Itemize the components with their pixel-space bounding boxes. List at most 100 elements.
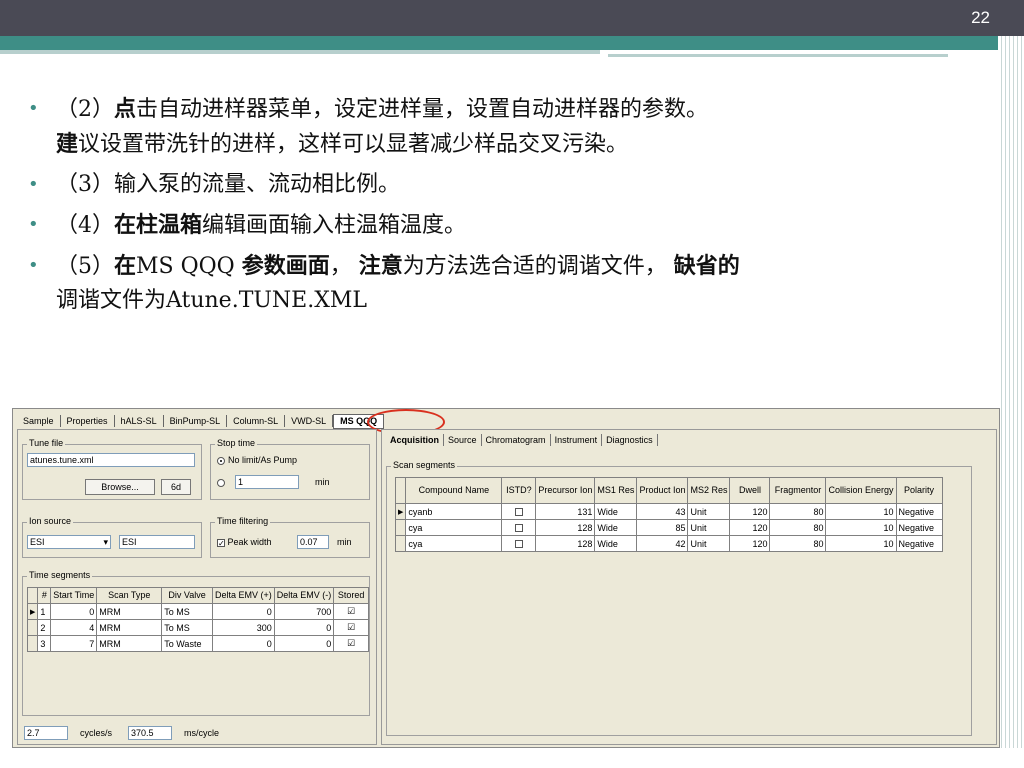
tab-sample[interactable]: Sample — [17, 415, 61, 427]
tune-file-legend: Tune file — [27, 438, 66, 448]
stop-time-legend: Stop time — [215, 438, 258, 448]
header-cell: # — [37, 587, 52, 604]
tune-file-input[interactable]: atunes.tune.xml — [27, 453, 195, 467]
ion-source-select[interactable]: ESI ▾ — [27, 535, 111, 549]
no-limit-option[interactable]: No limit/As Pump — [217, 455, 297, 465]
header-cell: Div Valve — [161, 587, 213, 604]
ms-per-cycle-field: 370.5 — [128, 726, 172, 740]
scan-segments-legend: Scan segments — [391, 460, 458, 470]
table-header-row: Compound Name ISTD? Precursor Ion MS1 Re… — [394, 477, 943, 504]
accent-bar — [0, 36, 1024, 50]
time-segments-legend: Time segments — [27, 570, 93, 580]
tab-properties[interactable]: Properties — [61, 415, 115, 427]
time-filtering-legend: Time filtering — [215, 516, 271, 526]
table-row[interactable]: ▶ 1 0 MRM To MS 0 700 ☑ — [26, 603, 369, 620]
tab-vwd[interactable]: VWD-SL — [285, 415, 334, 427]
scan-segments-group: Scan segments Compound Name ISTD? Precur… — [386, 460, 972, 736]
accent-line-2 — [608, 54, 948, 57]
time-filtering-group: Time filtering ✓ Peak width 0.07 min — [210, 516, 370, 558]
current-row-arrow-icon: ▶ — [394, 503, 407, 520]
sub-tab-strip: Acquisition Source Chromatogram Instrume… — [386, 434, 658, 446]
checkbox-checked-icon: ✓ — [217, 538, 225, 548]
method-editor-screenshot: Sample Properties hALS-SL BinPump-SL Col… — [12, 408, 1000, 748]
checkbox-icon — [514, 508, 523, 517]
header-cell — [26, 587, 39, 604]
stored-checkbox[interactable]: ☑ — [333, 619, 369, 636]
header-cell: Fragmentor — [769, 477, 827, 504]
stop-time-input[interactable]: 1 — [235, 475, 299, 489]
bullet-4: • （5）在MS QQQ 参数画面， 注意为方法选合适的调谐文件， 缺省的 调谐… — [28, 249, 978, 318]
bullet-3: • （4）在柱温箱编辑画面输入柱温箱温度。 — [28, 208, 978, 243]
radio-selected-icon — [217, 456, 225, 465]
header-cell: Scan Type — [96, 587, 163, 604]
peak-width-checkbox[interactable]: ✓ Peak width — [217, 537, 272, 547]
stop-time-group: Stop time No limit/As Pump 1 min — [210, 438, 370, 500]
header-cell: Compound Name — [405, 477, 503, 504]
bullet-2: • （3）输入泵的流量、流动相比例。 — [28, 168, 978, 202]
ion-source-field[interactable]: ESI — [119, 535, 195, 549]
stored-checkbox[interactable]: ☑ — [333, 635, 369, 652]
stop-time-unit: min — [315, 477, 330, 487]
bullet-dot: • — [28, 214, 39, 235]
ion-source-legend: Ion source — [27, 516, 74, 526]
checkbox-icon — [514, 540, 523, 549]
tab-binpump[interactable]: BinPump-SL — [164, 415, 228, 427]
time-segments-table: # Start Time Scan Type Div Valve Delta E… — [26, 587, 369, 652]
istd-checkbox[interactable] — [501, 535, 537, 552]
istd-checkbox[interactable] — [501, 503, 537, 520]
tune-file-group: Tune file atunes.tune.xml Browse... 6d — [22, 438, 202, 500]
cycles-label: cycles/s — [80, 728, 113, 738]
tab-acquisition[interactable]: Acquisition — [386, 434, 444, 446]
table-row[interactable]: 2 4 MRM To MS 300 0 ☑ — [26, 619, 369, 636]
header-cell: Product Ion — [636, 477, 689, 504]
time-segments-group: Time segments # Start Time Scan Type Div… — [22, 570, 370, 716]
browse-button[interactable]: Browse... — [85, 479, 155, 495]
time-option[interactable] — [217, 477, 228, 487]
cycles-per-second-field: 2.7 — [24, 726, 68, 740]
tab-source[interactable]: Source — [444, 434, 482, 446]
tab-hals[interactable]: hALS-SL — [115, 415, 164, 427]
tab-column[interactable]: Column-SL — [227, 415, 286, 427]
main-tab-strip: Sample Properties hALS-SL BinPump-SL Col… — [17, 413, 385, 429]
tab-chromatogram[interactable]: Chromatogram — [482, 434, 551, 446]
ms-cycle-label: ms/cycle — [184, 728, 220, 738]
header-cell: Delta EMV (+) — [211, 587, 275, 604]
table-row[interactable]: 3 7 MRM To Waste 0 0 ☑ — [26, 635, 369, 652]
table-header-row: # Start Time Scan Type Div Valve Delta E… — [26, 587, 369, 604]
header-cell: Collision Energy — [825, 477, 897, 504]
chevron-down-icon: ▾ — [103, 537, 108, 547]
left-pane: Tune file atunes.tune.xml Browse... 6d S… — [17, 429, 377, 745]
header-cell: Delta EMV (-) — [273, 587, 335, 604]
scan-segments-table: Compound Name ISTD? Precursor Ion MS1 Re… — [394, 477, 943, 552]
slide-number: 22 — [971, 8, 990, 27]
radio-icon — [217, 478, 225, 487]
tab-diagnostics[interactable]: Diagnostics — [602, 434, 658, 446]
accent-line — [0, 50, 600, 54]
peak-width-unit: min — [337, 537, 352, 547]
ion-source-group: Ion source ESI ▾ ESI — [22, 516, 202, 558]
header-cell: Polarity — [895, 477, 943, 504]
header-cell: Start Time — [50, 587, 98, 604]
slide-header-bar: 22 — [0, 0, 1024, 36]
tab-instrument[interactable]: Instrument — [551, 434, 603, 446]
header-cell: MS2 Res — [687, 477, 731, 504]
side-stripes — [998, 36, 1024, 748]
bullet-dot: • — [28, 174, 39, 195]
stored-checkbox[interactable]: ☑ — [333, 603, 369, 620]
table-row[interactable]: cya 128 Wide 42 Unit 120 80 10 Negative — [394, 535, 943, 552]
bullet-dot: • — [28, 98, 39, 119]
table-row[interactable]: ▶ cyanb 131 Wide 43 Unit 120 80 10 Negat… — [394, 503, 943, 520]
istd-checkbox[interactable] — [501, 519, 537, 536]
checkbox-icon — [514, 524, 523, 533]
header-cell: Stored — [333, 587, 369, 604]
peak-width-input[interactable]: 0.07 — [297, 535, 329, 549]
header-cell: Dwell — [729, 477, 771, 504]
bullet-list: • （2）点击自动进样器菜单，设定进样量，设置自动进样器的参数。 建议设置带洗针… — [28, 92, 978, 324]
edit-tune-button[interactable]: 6d — [161, 479, 191, 495]
current-row-arrow-icon: ▶ — [26, 603, 39, 620]
table-row[interactable]: cya 128 Wide 85 Unit 120 80 10 Negative — [394, 519, 943, 536]
header-cell: Precursor Ion — [535, 477, 596, 504]
bullet-1: • （2）点击自动进样器菜单，设定进样量，设置自动进样器的参数。 建议设置带洗针… — [28, 92, 978, 162]
header-cell: ISTD? — [501, 477, 537, 504]
header-cell — [394, 477, 407, 504]
